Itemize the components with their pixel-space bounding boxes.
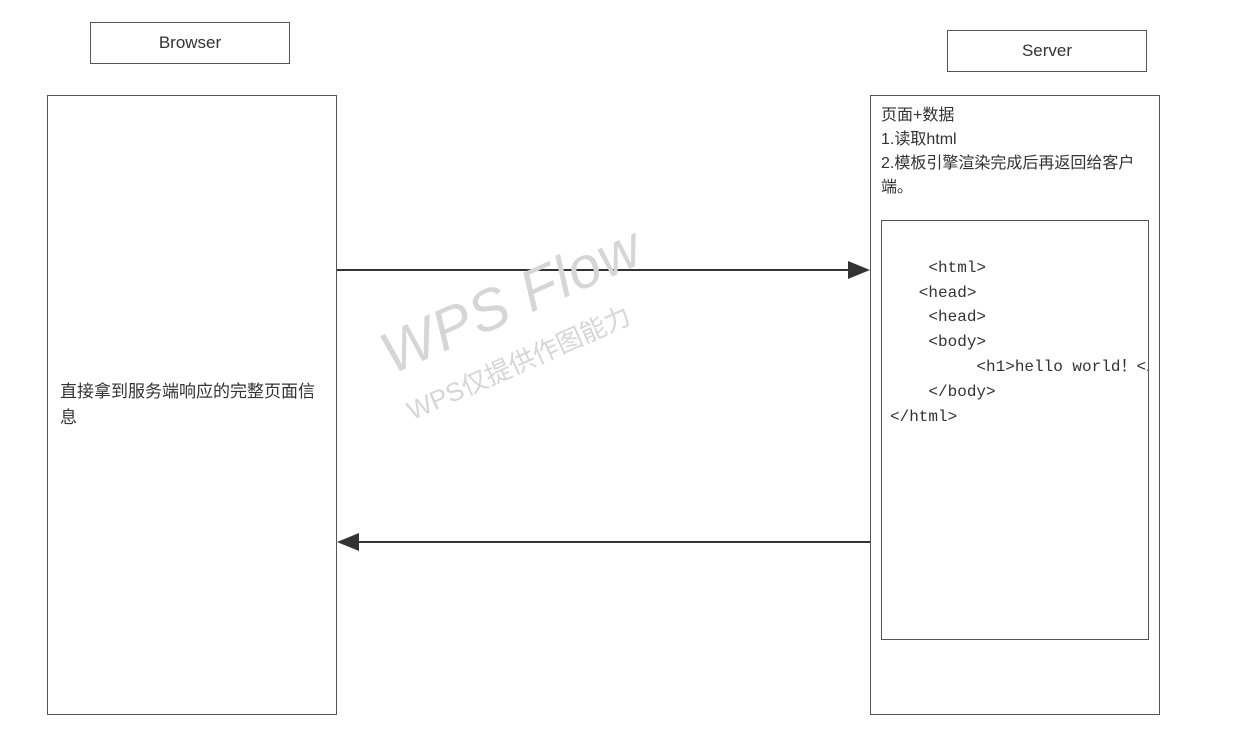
browser-title: Browser <box>159 33 221 53</box>
browser-box: 直接拿到服务端响应的完整页面信息 <box>47 95 337 715</box>
server-description: 页面+数据 1.读取html 2.模板引擎渲染完成后再返回给客户端。 <box>881 104 1149 200</box>
server-box: 页面+数据 1.读取html 2.模板引擎渲染完成后再返回给客户端。 <html… <box>870 95 1160 715</box>
watermark-big: WPS Flow <box>368 208 654 393</box>
browser-title-box: Browser <box>90 22 290 64</box>
server-desc-item-1: 1.读取html <box>881 128 1149 152</box>
server-code-box: <html> <head> <head> <body> <h1>hello wo… <box>881 220 1149 640</box>
browser-body-text: 直接拿到服务端响应的完整页面信息 <box>60 379 324 432</box>
server-code: <html> <head> <head> <body> <h1>hello wo… <box>890 259 1149 426</box>
arrow-request <box>337 258 870 282</box>
watermark: WPS Flow WPS仅提供作图能力 <box>368 208 670 429</box>
server-desc-item-2: 2.模板引擎渲染完成后再返回给客户端。 <box>881 152 1149 200</box>
arrow-response <box>337 530 870 554</box>
server-title-box: Server <box>947 30 1147 72</box>
watermark-small: WPS仅提供作图能力 <box>402 284 671 429</box>
server-desc-header: 页面+数据 <box>881 104 1149 128</box>
server-title: Server <box>1022 41 1072 61</box>
